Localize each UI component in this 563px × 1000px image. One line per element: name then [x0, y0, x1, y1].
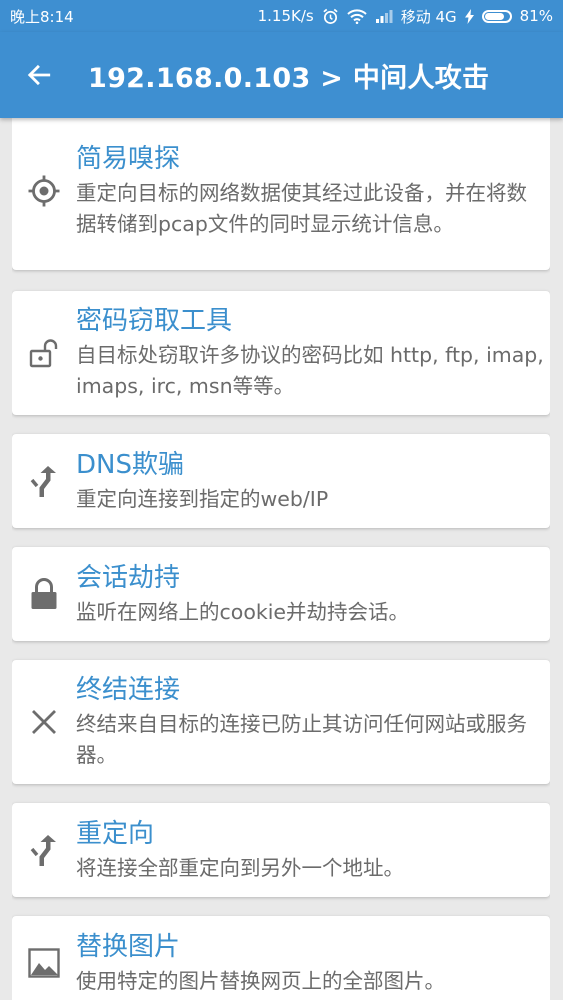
module-card-dns-spoof[interactable]: DNS欺骗 重定向连接到指定的web/IP — [12, 434, 550, 528]
battery-icon — [481, 9, 512, 23]
unlocked-padlock-icon — [12, 338, 76, 368]
close-x-icon — [12, 708, 76, 736]
module-title: 替换图片 — [76, 931, 181, 962]
signal-icon — [375, 9, 393, 23]
module-card-redirect[interactable]: 重定向 将连接全部重定向到另外一个地址。 — [12, 803, 550, 897]
back-button[interactable] — [0, 32, 82, 118]
page-title: 192.168.0.103 > 中间人攻击 — [88, 62, 490, 94]
module-card-session-hijack[interactable]: 会话劫持 监听在网络上的cookie并劫持会话。 — [12, 547, 550, 641]
module-description: 自目标处窃取许多协议的密码比如 http, ftp, imap, imaps, … — [76, 343, 544, 398]
module-description: 重定向目标的网络数据使其经过此设备，并在将数据转储到pcap文件的同时显示统计信… — [76, 181, 527, 236]
module-card-replace-images[interactable]: 替换图片 使用特定的图片替换网页上的全部图片。 — [12, 916, 550, 1000]
module-card-kill-connections[interactable]: 终结连接 终结来自目标的连接已防止其访问任何网站或服务器。 — [12, 660, 550, 784]
module-description: 监听在网络上的cookie并劫持会话。 — [76, 599, 410, 624]
arrow-left-icon — [27, 64, 51, 86]
module-title: 简易嗅探 — [76, 144, 181, 174]
carrier-label: 移动 4G — [400, 7, 457, 26]
fork-arrow-icon — [12, 464, 76, 498]
module-card-password-sniffer[interactable]: 密码窃取工具 自目标处窃取许多协议的密码比如 http, ftp, imap, … — [12, 291, 550, 415]
module-title: 重定向 — [76, 818, 155, 849]
app-bar: 192.168.0.103 > 中间人攻击 — [0, 32, 563, 118]
wifi-icon — [347, 8, 367, 24]
status-right-group: 1.15K/s 移动 4G 81% — [258, 6, 553, 27]
module-description: 使用特定的图片替换网页上的全部图片。 — [76, 968, 445, 993]
module-title: 会话劫持 — [76, 562, 181, 593]
image-icon — [12, 948, 76, 978]
fork-arrow-icon — [12, 833, 76, 867]
module-title: DNS欺骗 — [76, 449, 184, 480]
module-card-simple-sniff[interactable]: 简易嗅探 重定向目标的网络数据使其经过此设备，并在将数据转储到pcap文件的同时… — [12, 118, 550, 270]
padlock-icon — [12, 577, 76, 611]
crosshair-icon — [12, 174, 76, 208]
charging-bolt-icon — [464, 8, 474, 24]
battery-percent: 81% — [519, 7, 553, 25]
network-speed: 1.15K/s — [257, 7, 314, 25]
module-title: 密码窃取工具 — [76, 306, 233, 336]
module-description: 终结来自目标的连接已防止其访问任何网站或服务器。 — [76, 712, 527, 767]
module-title: 终结连接 — [76, 675, 181, 705]
module-description: 将连接全部重定向到另外一个地址。 — [76, 855, 404, 880]
status-time: 晚上8:14 — [10, 7, 74, 26]
alarm-icon — [322, 8, 339, 25]
mitm-module-list: 简易嗅探 重定向目标的网络数据使其经过此设备，并在将数据转储到pcap文件的同时… — [12, 118, 550, 1000]
status-bar: 晚上8:14 1.15K/s 移动 4G 81% — [0, 0, 563, 32]
module-description: 重定向连接到指定的web/IP — [76, 486, 329, 511]
